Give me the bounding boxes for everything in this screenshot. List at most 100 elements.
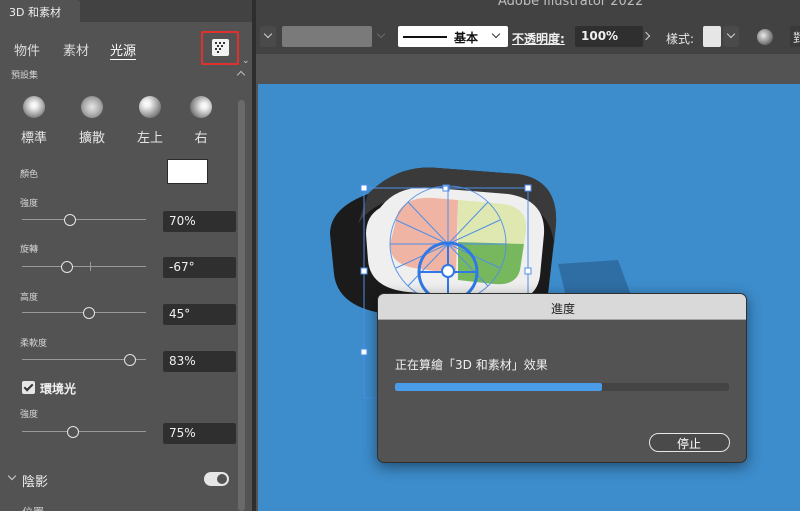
slider-track	[22, 219, 146, 220]
panel-tabs: 物件 素材 光源 ⌄	[0, 22, 252, 68]
stroke-profile-label: 基本	[454, 31, 479, 45]
style-dropdown-button[interactable]	[723, 26, 739, 47]
slider-thumb[interactable]	[64, 214, 77, 226]
progress-bar-fill	[395, 383, 603, 391]
softness-slider[interactable]	[22, 354, 146, 366]
tab-materials[interactable]: 素材	[63, 40, 89, 59]
3d-materials-panel: 物件 素材 光源 ⌄ 預設集 標準 擴散 左上 右 顏色 強度 70% 旋轉 -…	[0, 22, 252, 511]
stroke-line-preview	[403, 36, 447, 38]
panel-tab-label: 3D 和素材	[9, 6, 61, 19]
style-swatch[interactable]	[703, 26, 721, 47]
preset-top-left[interactable]: 左上	[130, 96, 170, 146]
render-button[interactable]	[201, 31, 239, 65]
slider-thumb[interactable]	[82, 307, 95, 319]
slider-thumb[interactable]	[60, 261, 73, 273]
height-slider[interactable]	[22, 307, 146, 319]
ambient-intensity-slider[interactable]	[22, 426, 146, 438]
align-label: 對	[793, 31, 800, 45]
panel-scrollbar[interactable]	[236, 70, 246, 511]
stop-button[interactable]: 停止	[649, 433, 730, 452]
light-sphere-icon	[190, 96, 212, 118]
tab-object[interactable]: 物件	[14, 40, 40, 59]
opacity-label[interactable]: 不透明度:	[512, 30, 565, 47]
preset-label: 擴散	[78, 131, 105, 146]
stop-button-label: 停止	[676, 437, 701, 451]
ambient-light-label: 環境光	[40, 382, 77, 396]
intensity-label: 強度	[20, 199, 39, 209]
ambient-light-checkbox[interactable]	[22, 381, 35, 394]
softness-input[interactable]: 83%	[163, 351, 236, 372]
ambient-intensity-label: 強度	[20, 410, 39, 420]
dialog-titlebar[interactable]: 進度	[378, 294, 746, 320]
height-input[interactable]: 45°	[163, 304, 236, 325]
dialog-message: 正在算繪「3D 和素材」效果	[395, 358, 548, 372]
preset-right[interactable]: 右	[181, 96, 221, 146]
softness-label: 柔軟度	[20, 339, 48, 349]
preset-diffuse[interactable]: 擴散	[72, 96, 112, 146]
light-sphere-icon	[81, 96, 103, 118]
render-icon	[212, 39, 229, 56]
fill-dropdown-button[interactable]	[376, 26, 388, 47]
app-title: Adobe Illustrator 2022	[498, 0, 644, 9]
slider-thumb[interactable]	[66, 426, 79, 438]
rotation-input[interactable]: -67°	[163, 257, 236, 278]
scrollbar-thumb[interactable]	[238, 100, 245, 511]
toggle-knob	[217, 474, 227, 484]
style-label: 樣式:	[666, 32, 695, 46]
selection-handle[interactable]	[360, 267, 368, 275]
intensity-input[interactable]: 70%	[163, 211, 236, 232]
chevron-down-icon	[726, 29, 736, 39]
recolor-artwork-icon[interactable]	[757, 29, 773, 45]
chevron-down-icon	[376, 29, 386, 39]
scroll-up-icon[interactable]	[236, 70, 246, 80]
rotation-value: -67°	[169, 260, 195, 274]
align-button[interactable]: 對	[790, 26, 800, 47]
toolbar-dropdown-button[interactable]	[260, 26, 276, 47]
selection-handle[interactable]	[360, 184, 368, 192]
light-sphere-icon	[23, 96, 45, 118]
light-sphere-icon	[139, 96, 161, 118]
intensity-value: 70%	[169, 214, 196, 228]
color-label: 顏色	[20, 170, 39, 180]
light-color-swatch[interactable]	[167, 159, 208, 184]
slider-track	[22, 431, 146, 432]
shadow-toggle[interactable]	[204, 472, 229, 486]
slider-thumb[interactable]	[123, 354, 136, 366]
chevron-right-icon	[641, 31, 651, 41]
chevron-down-icon	[263, 29, 273, 39]
progress-bar	[395, 383, 729, 391]
rotation-slider[interactable]	[22, 261, 146, 273]
dialog-title: 進度	[550, 302, 575, 316]
panel-tab-3d-materials[interactable]: 3D 和素材	[0, 0, 80, 22]
selection-handle[interactable]	[524, 267, 532, 275]
render-options-caret-icon[interactable]: ⌄	[242, 56, 250, 66]
selection-handle[interactable]	[524, 184, 532, 192]
shadow-position-label: 位置	[22, 504, 44, 511]
preset-label: 右	[194, 131, 208, 146]
slider-track	[22, 266, 146, 267]
shadow-collapse-icon[interactable]	[7, 471, 17, 481]
opacity-value: 100%	[581, 29, 619, 43]
intensity-slider[interactable]	[22, 214, 146, 226]
height-value: 45°	[169, 307, 191, 321]
slider-center-tick	[90, 262, 91, 271]
presets-label: 預設集	[11, 71, 39, 81]
tab-lighting[interactable]: 光源	[110, 40, 136, 59]
preset-standard[interactable]: 標準	[14, 96, 54, 146]
chevron-down-icon	[491, 29, 501, 39]
fill-swatch[interactable]	[282, 26, 372, 47]
stroke-profile-select[interactable]: 基本	[398, 26, 508, 47]
cucumber-filling	[458, 242, 524, 285]
height-label: 高度	[20, 293, 39, 303]
preset-label: 左上	[136, 131, 163, 146]
preset-label: 標準	[20, 131, 47, 146]
ambient-intensity-value: 75%	[169, 426, 196, 440]
opacity-input[interactable]: 100%	[575, 26, 643, 47]
ambient-intensity-input[interactable]: 75%	[163, 423, 236, 444]
shadow-section-label[interactable]: 陰影	[22, 471, 48, 490]
rotation-label: 旋轉	[20, 245, 39, 255]
selection-handle[interactable]	[360, 348, 368, 356]
softness-value: 83%	[169, 354, 196, 368]
progress-dialog: 進度 正在算繪「3D 和素材」效果 停止	[377, 293, 747, 463]
opacity-expand-button[interactable]	[641, 26, 655, 47]
